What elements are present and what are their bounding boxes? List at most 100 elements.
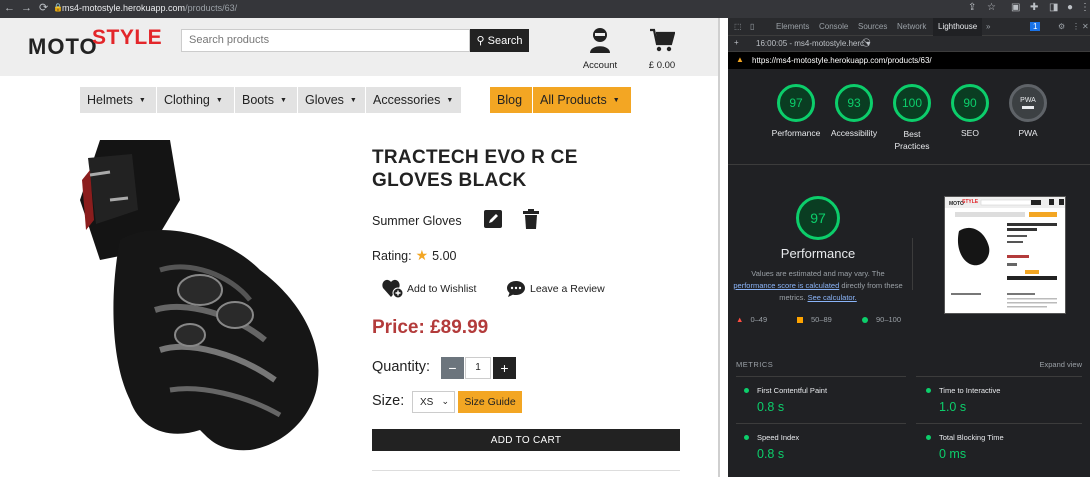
forward-icon[interactable]: → bbox=[21, 2, 32, 14]
nav-boots[interactable]: Boots ▼ bbox=[235, 87, 297, 113]
legend-label: 0–49 bbox=[750, 315, 768, 324]
delete-button[interactable] bbox=[522, 209, 540, 229]
issues-badge[interactable]: 1 bbox=[1030, 22, 1041, 31]
edit-icon bbox=[484, 210, 502, 228]
menu-kebab-icon[interactable]: ⋮ bbox=[1080, 2, 1090, 13]
product-category[interactable]: Summer Gloves bbox=[372, 214, 462, 228]
nav-clothing[interactable]: Clothing ▼ bbox=[157, 87, 234, 113]
url-path: /products/63/ bbox=[185, 3, 238, 13]
add-to-cart-button[interactable]: ADD TO CART bbox=[372, 429, 680, 451]
tab-console[interactable]: Console bbox=[819, 22, 848, 31]
close-devtools-icon[interactable]: ✕ bbox=[1082, 22, 1089, 31]
score-label: Performance bbox=[771, 128, 821, 138]
extension-icon[interactable]: ▣ bbox=[1011, 2, 1020, 13]
score-ring: 97 bbox=[777, 84, 815, 122]
add-to-wishlist-link[interactable]: Add to Wishlist bbox=[382, 279, 476, 299]
cart-total: £ 0.00 bbox=[648, 60, 676, 71]
quantity-label: Quantity: bbox=[372, 359, 431, 375]
quantity-increase-button[interactable]: + bbox=[493, 357, 516, 379]
tab-sources[interactable]: Sources bbox=[858, 22, 887, 31]
tab-elements[interactable]: Elements bbox=[776, 22, 809, 31]
metric-fcp: First Contentful Paint 0.8 s bbox=[744, 386, 904, 414]
performance-gauge: 97 bbox=[796, 196, 840, 240]
quantity-decrease-button[interactable]: − bbox=[441, 357, 464, 379]
report-url[interactable]: https://ms4-motostyle.herokuapp.com/prod… bbox=[752, 56, 932, 65]
report-select[interactable]: 16:00:05 - ms4-motostyle.herc ▾ bbox=[756, 39, 870, 48]
chevron-down-icon: ⌄ bbox=[441, 396, 449, 406]
score-label: Best Practices bbox=[894, 129, 930, 151]
caret-down-icon: ▼ bbox=[215, 96, 223, 104]
page-scrollbar[interactable] bbox=[718, 18, 720, 477]
site-logo[interactable]: MOTO STYLE bbox=[28, 24, 168, 64]
devtools-menu-icon[interactable]: ⋮ bbox=[1072, 22, 1080, 31]
metric-name: First Contentful Paint bbox=[757, 386, 828, 395]
score-ring: 93 bbox=[835, 84, 873, 122]
caret-down-icon: ▼ bbox=[279, 96, 287, 104]
pass-dot-icon bbox=[926, 388, 931, 393]
devtools-tabbar: ⬚ ▯ Elements Console Sources Network Lig… bbox=[728, 18, 1090, 36]
back-icon[interactable]: ← bbox=[4, 2, 15, 14]
metric-value: 0.8 s bbox=[757, 447, 785, 461]
tab-network[interactable]: Network bbox=[897, 22, 926, 31]
search-icon: ⚲ bbox=[476, 35, 485, 47]
cart-link[interactable]: £ 0.00 bbox=[642, 27, 682, 71]
address-bar[interactable]: ms4-motostyle.herokuapp.com/products/63/ bbox=[62, 3, 237, 13]
reload-icon[interactable]: ⟳ bbox=[39, 1, 48, 14]
score-pwa[interactable]: PWA PWA bbox=[993, 84, 1063, 138]
caret-down-icon: ▼ bbox=[446, 96, 454, 104]
share-icon[interactable]: ⇪ bbox=[968, 2, 976, 13]
nav-blog[interactable]: Blog bbox=[490, 87, 532, 113]
quantity-input[interactable]: 1 bbox=[465, 357, 491, 379]
bookmark-star-icon[interactable]: ☆ bbox=[987, 2, 996, 13]
note-text-3: metrics. bbox=[779, 293, 806, 302]
search-button[interactable]: ⚲ Search bbox=[470, 29, 529, 52]
account-icon bbox=[590, 28, 610, 53]
performance-note: Values are estimated and may vary. The p… bbox=[728, 268, 908, 304]
lighthouse-icon: ▲ bbox=[736, 55, 744, 64]
nav-accessories[interactable]: Accessories ▼ bbox=[366, 87, 461, 113]
inspect-icon[interactable]: ⬚ bbox=[734, 22, 742, 31]
new-report-icon[interactable]: + bbox=[734, 38, 739, 47]
score-ring: 90 bbox=[951, 84, 989, 122]
nav-helmets[interactable]: Helmets ▼ bbox=[80, 87, 156, 113]
leave-review-link[interactable]: Leave a Review bbox=[506, 280, 605, 298]
review-label: Leave a Review bbox=[530, 283, 605, 295]
score-calculated-link[interactable]: performance score is calculated bbox=[733, 281, 839, 290]
nav-label: Blog bbox=[497, 93, 523, 107]
plus-icon: + bbox=[500, 360, 509, 376]
account-link[interactable]: Account bbox=[580, 27, 620, 71]
product-title: TRACTECH EVO R CE GLOVES BLACK bbox=[372, 147, 578, 191]
edit-button[interactable] bbox=[484, 210, 502, 228]
rating-label: Rating: bbox=[372, 248, 412, 263]
pwa-dash-icon bbox=[1022, 106, 1034, 109]
nav-label: Boots bbox=[242, 93, 274, 107]
more-tabs-icon[interactable]: » bbox=[986, 22, 990, 31]
browser-toolbar: ← → ⟳ 🔒 ms4-motostyle.herokuapp.com/prod… bbox=[0, 0, 1090, 18]
metric-name: Speed Index bbox=[757, 433, 800, 442]
sidepanel-icon[interactable]: ◨ bbox=[1049, 2, 1058, 13]
legend-average: 50–89 bbox=[797, 315, 832, 324]
score-ring: 100 bbox=[893, 84, 931, 122]
product-price: Price: £89.99 bbox=[372, 317, 489, 338]
see-calculator-link[interactable]: See calculator. bbox=[808, 293, 857, 302]
size-select[interactable]: XS ⌄ bbox=[412, 391, 455, 413]
pass-dot-icon bbox=[744, 388, 749, 393]
nav-gloves[interactable]: Gloves ▼ bbox=[298, 87, 365, 113]
puzzle-icon[interactable]: ✚ bbox=[1030, 2, 1038, 13]
nav-all-products[interactable]: All Products ▼ bbox=[533, 87, 631, 113]
final-screenshot-thumbnail[interactable]: MOTO STYLE bbox=[944, 196, 1066, 314]
panel-gap bbox=[718, 18, 728, 477]
expand-view-toggle[interactable]: Expand view bbox=[1039, 360, 1082, 369]
metrics-heading: METRICS bbox=[736, 360, 774, 369]
heart-plus-icon bbox=[382, 279, 404, 299]
profile-icon[interactable]: ● bbox=[1067, 2, 1073, 13]
wishlist-label: Add to Wishlist bbox=[407, 283, 477, 295]
tab-lighthouse[interactable]: Lighthouse bbox=[933, 18, 983, 36]
size-guide-button[interactable]: Size Guide bbox=[458, 391, 522, 413]
settings-gear-icon[interactable]: ⚙ bbox=[1058, 22, 1065, 31]
product-image[interactable] bbox=[60, 140, 322, 452]
devtools-panel: ⬚ ▯ Elements Console Sources Network Lig… bbox=[728, 18, 1090, 477]
search-input[interactable]: Search products bbox=[181, 29, 470, 52]
device-toolbar-icon[interactable]: ▯ bbox=[750, 22, 754, 31]
metric-tti: Time to Interactive 1.0 s bbox=[926, 386, 1086, 414]
